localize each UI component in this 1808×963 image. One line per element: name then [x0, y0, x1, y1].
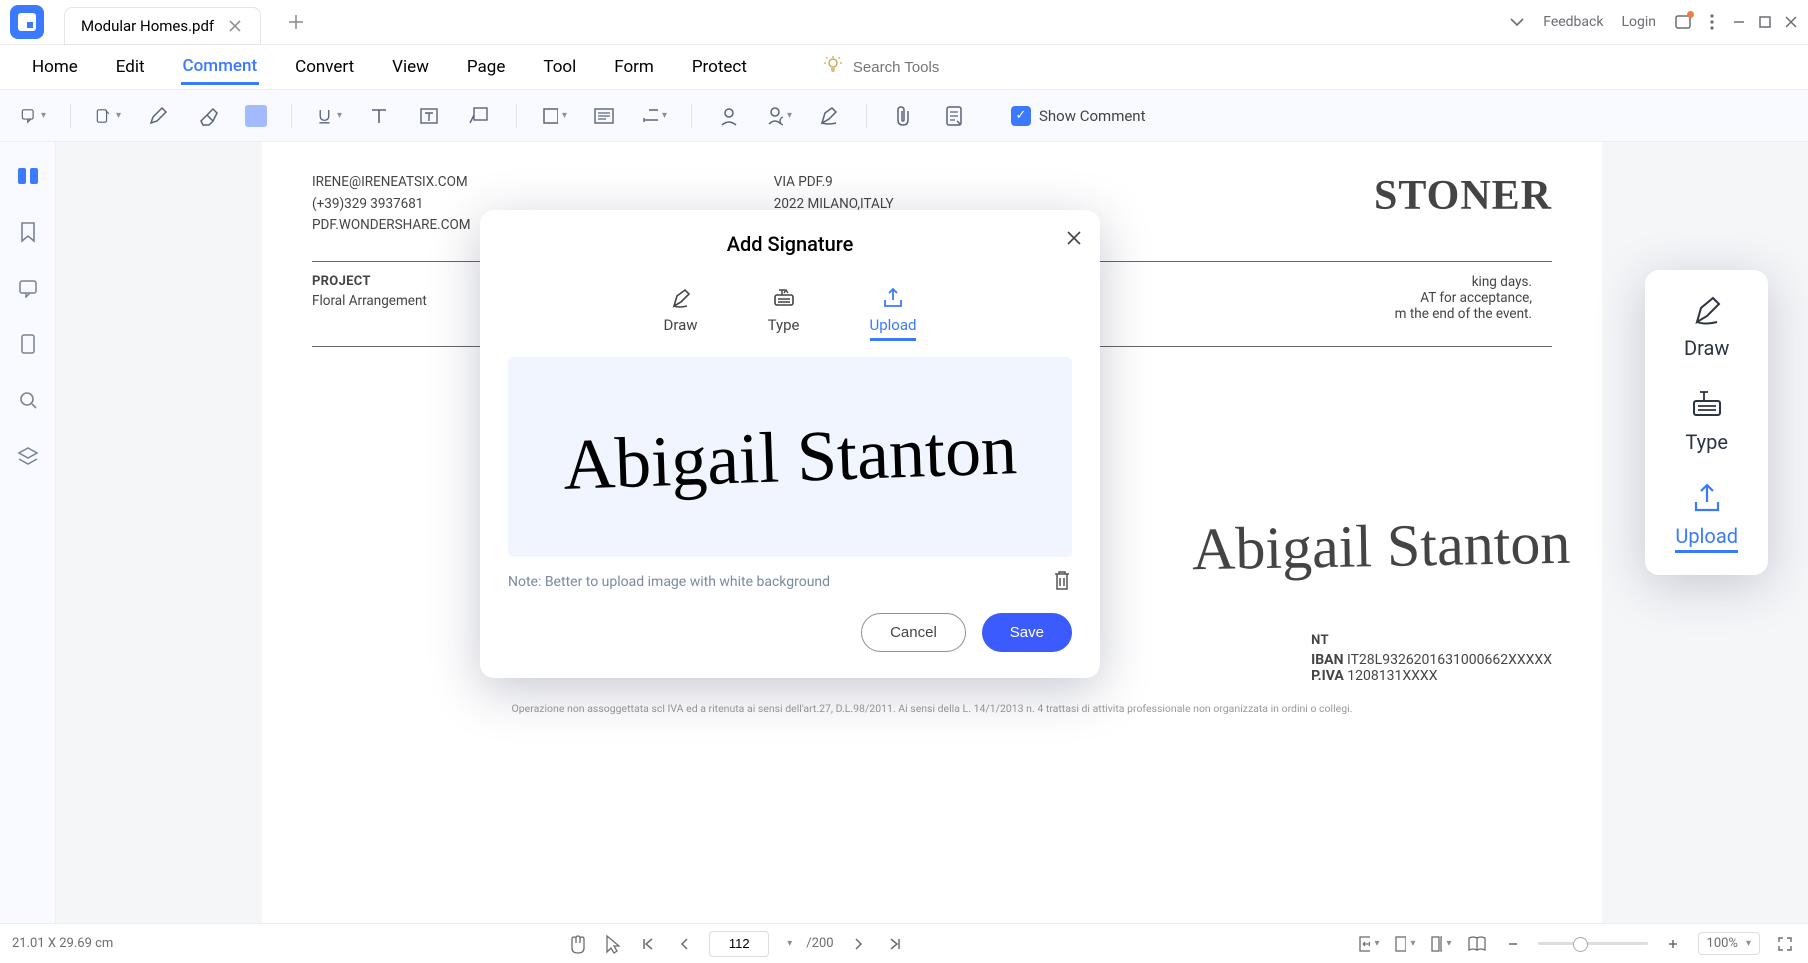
kebab-menu-icon[interactable] [1710, 14, 1714, 30]
checkbox-icon: ✓ [1011, 106, 1031, 126]
lightbulb-icon [823, 55, 843, 79]
attachments-panel-icon[interactable] [14, 330, 42, 358]
zoom-slider[interactable] [1538, 942, 1648, 945]
signature-mode-float: Draw Type Upload [1645, 270, 1768, 575]
highlight-tool[interactable]: ▾ [95, 103, 121, 129]
search-panel-icon[interactable] [14, 386, 42, 414]
text-box-tool[interactable] [416, 103, 442, 129]
color-swatch[interactable] [245, 105, 267, 127]
fit-width-icon[interactable]: ▾ [1358, 933, 1380, 955]
select-tool-icon[interactable] [601, 933, 623, 955]
new-tab-button[interactable] [281, 7, 311, 37]
notifications-icon[interactable] [1674, 13, 1692, 31]
shape-rect-tool[interactable]: ▾ [541, 103, 567, 129]
zoom-in-icon[interactable] [1662, 933, 1684, 955]
footer-text: Operazione non assoggettata scl IVA ed a… [312, 702, 1552, 715]
signature-preview[interactable]: Abigail Stanton [508, 357, 1072, 557]
stamp-user-tool[interactable] [716, 103, 742, 129]
comments-panel-icon[interactable] [14, 274, 42, 302]
menu-tool[interactable]: Tool [541, 51, 578, 83]
menu-edit[interactable]: Edit [114, 51, 147, 83]
menu-bar: Home Edit Comment Convert View Page Tool… [0, 45, 1808, 90]
page-number-input[interactable] [709, 931, 769, 957]
menu-comment[interactable]: Comment [181, 50, 260, 85]
menu-convert[interactable]: Convert [293, 51, 356, 83]
close-dialog-button[interactable] [1066, 230, 1082, 250]
prev-page-icon[interactable] [673, 933, 695, 955]
fullscreen-icon[interactable] [1774, 933, 1796, 955]
page-dimensions: 21.01 X 29.69 cm [12, 936, 113, 951]
signature-tool[interactable] [816, 103, 842, 129]
tab-type[interactable]: Type [768, 286, 800, 341]
feedback-link[interactable]: Feedback [1543, 14, 1603, 30]
next-page-icon[interactable] [848, 933, 870, 955]
account-head-fragment: NT [1311, 633, 1329, 648]
measure-tool[interactable]: ▾ [641, 103, 667, 129]
stamp-user-settings-tool[interactable]: ▾ [766, 103, 792, 129]
layers-icon[interactable] [14, 442, 42, 470]
save-button[interactable]: Save [982, 613, 1072, 652]
zoom-select[interactable]: 100%▾ [1698, 932, 1760, 955]
close-window-button[interactable] [1784, 15, 1798, 29]
via-line1: VIA PDF.9 [774, 172, 1374, 194]
first-page-icon[interactable] [637, 933, 659, 955]
pencil-tool[interactable] [145, 103, 171, 129]
hand-tool-icon[interactable] [565, 933, 587, 955]
text-tool[interactable] [366, 103, 392, 129]
thumbnails-icon[interactable] [14, 162, 42, 190]
underline-tool[interactable]: ▾ [316, 103, 342, 129]
annotation-list-tool[interactable] [941, 103, 967, 129]
single-page-icon[interactable]: ▾ [1394, 933, 1416, 955]
placed-signature[interactable]: Abigail Stanton [1191, 509, 1570, 585]
status-bar: 21.01 X 29.69 cm ▾ /200 ▾ ▾ ▾ 100%▾ [0, 923, 1808, 963]
eraser-tool[interactable] [195, 103, 221, 129]
menu-view[interactable]: View [390, 51, 431, 83]
show-comment-toggle[interactable]: ✓ Show Comment [1011, 106, 1146, 126]
add-signature-dialog: Add Signature Draw Type Upload Abigail S… [480, 210, 1100, 678]
chevron-down-icon[interactable] [1509, 17, 1525, 27]
tab-title: Modular Homes.pdf [81, 17, 214, 35]
document-tab[interactable]: Modular Homes.pdf [64, 7, 261, 45]
callout-tool[interactable] [466, 103, 492, 129]
menu-home[interactable]: Home [30, 51, 80, 83]
upload-note: Note: Better to upload image with white … [508, 574, 830, 590]
menu-page[interactable]: Page [465, 51, 507, 83]
piva-value: 1208131XXXX [1347, 668, 1437, 684]
tab-draw[interactable]: Draw [664, 286, 698, 341]
read-mode-icon[interactable] [1466, 933, 1488, 955]
cancel-button[interactable]: Cancel [861, 613, 966, 652]
iban-value: IT28L9326201631000662XXXXX [1347, 652, 1552, 668]
menu-protect[interactable]: Protect [690, 51, 749, 83]
delete-signature-button[interactable] [1052, 569, 1072, 595]
comment-toolbar: ▾ ▾ ▾ ▾ ▾ ▾ ✓ Show Comment [0, 90, 1808, 142]
float-draw[interactable]: Draw [1675, 292, 1738, 360]
float-type[interactable]: Type [1675, 386, 1738, 454]
left-sidebar [0, 142, 56, 923]
contact-email: IRENE@IRENEATSIX.COM [312, 172, 774, 194]
uploaded-signature-image: Abigail Stanton [562, 408, 1019, 507]
tab-upload[interactable]: Upload [870, 286, 917, 341]
dialog-title: Add Signature [727, 232, 854, 256]
title-bar: Modular Homes.pdf Feedback Login [0, 0, 1808, 45]
page-total: /200 [806, 936, 833, 951]
attachment-tool[interactable] [891, 103, 917, 129]
login-link[interactable]: Login [1621, 14, 1656, 30]
zoom-out-icon[interactable] [1502, 933, 1524, 955]
close-tab-icon[interactable] [226, 17, 244, 35]
area-highlight-tool[interactable] [591, 103, 617, 129]
search-tools-input[interactable] [853, 59, 973, 76]
bookmarks-icon[interactable] [14, 218, 42, 246]
note-tool[interactable]: ▾ [20, 103, 46, 129]
two-page-icon[interactable]: ▾ [1430, 933, 1452, 955]
doc-logo: STONER [1374, 172, 1552, 237]
minimize-button[interactable] [1732, 15, 1746, 29]
last-page-icon[interactable] [884, 933, 906, 955]
float-upload[interactable]: Upload [1675, 480, 1738, 553]
menu-form[interactable]: Form [612, 51, 656, 83]
maximize-button[interactable] [1758, 15, 1772, 29]
app-logo [10, 5, 44, 39]
